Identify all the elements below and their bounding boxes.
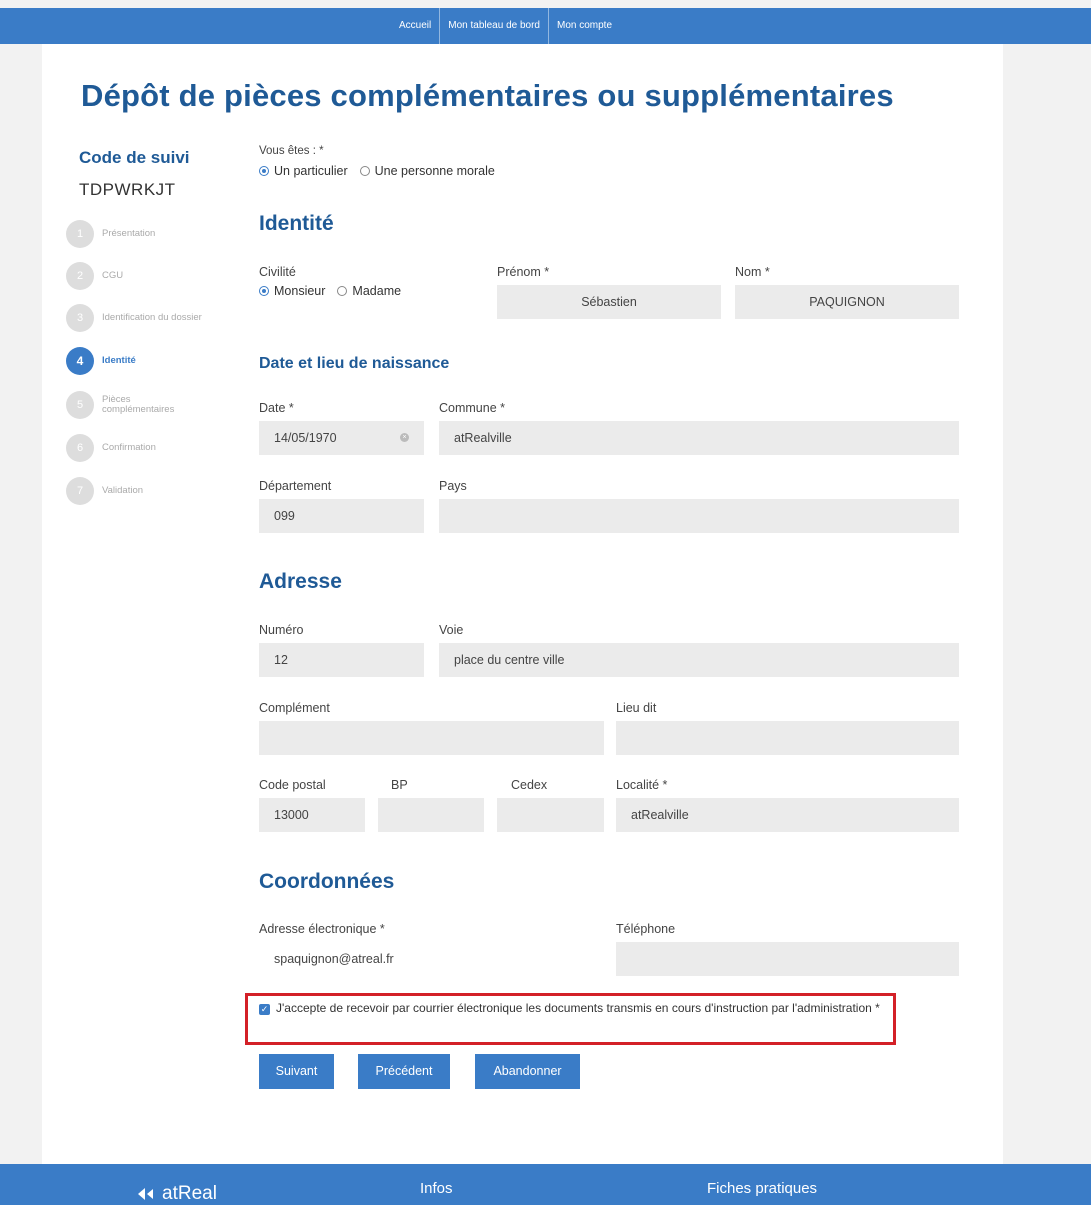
birth-commune-label: Commune * [439, 401, 505, 415]
top-nav-bar: Accueil Mon tableau de bord Mon compte [0, 8, 1091, 44]
pays-label: Pays [439, 479, 467, 493]
section-title-adresse: Adresse [259, 570, 342, 593]
top-nav: Accueil Mon tableau de bord Mon compte [391, 8, 620, 44]
complement-input[interactable] [259, 721, 604, 755]
firstname-label: Prénom * [497, 265, 550, 279]
step-cgu: 2 CGU [66, 262, 123, 290]
section-title-coordonnees: Coordonnées [259, 870, 395, 893]
civility-label: Civilité [259, 265, 296, 279]
departement-input[interactable]: 099 [259, 499, 424, 533]
radio-label: Madame [352, 284, 402, 298]
nav-tableau-de-bord[interactable]: Mon tableau de bord [439, 8, 548, 44]
abandon-button[interactable]: Abandonner [475, 1054, 580, 1089]
lastname-label: Nom * [735, 265, 770, 279]
nav-mon-compte[interactable]: Mon compte [547, 8, 620, 44]
step-number: 3 [66, 304, 94, 332]
step-label: Confirmation [102, 442, 156, 453]
firstname-input[interactable]: Sébastien [497, 285, 721, 319]
step-validation: 7 Validation [66, 477, 143, 505]
email-input[interactable]: spaquignon@atreal.fr [259, 942, 604, 976]
footer-fiches-pratiques-link[interactable]: Fiches pratiques [707, 1180, 817, 1197]
step-label: Validation [102, 485, 144, 496]
complement-label: Complément [259, 701, 330, 715]
bp-input[interactable] [378, 798, 484, 832]
radio-madame[interactable]: Madame [337, 284, 401, 298]
atreal-logo-icon [138, 1187, 153, 1200]
step-number: 5 [66, 391, 94, 419]
phone-input[interactable] [616, 942, 959, 976]
numero-label: Numéro [259, 623, 304, 637]
footer-infos-link[interactable]: Infos [420, 1180, 453, 1197]
phone-label: Téléphone [616, 922, 676, 936]
civility-radio-group: Monsieur Madame [259, 284, 413, 298]
step-presentation: 1 Présentation [66, 220, 155, 248]
tracking-code-label: Code de suivi [79, 148, 190, 167]
lieudit-input[interactable] [616, 721, 959, 755]
step-number: 6 [66, 434, 94, 462]
step-pieces-complementaires: 5 Pièces complémentaires [66, 391, 192, 419]
next-button[interactable]: Suivant [259, 1054, 334, 1089]
radio-monsieur[interactable]: Monsieur [259, 284, 325, 298]
radio-label: Un particulier [274, 164, 348, 178]
footer: atReal Infos Fiches pratiques [0, 1164, 1091, 1205]
localite-input[interactable]: atRealville [616, 798, 959, 832]
person-type-radio-group: Un particulier Une personne morale [259, 164, 507, 178]
cedex-input[interactable] [497, 798, 604, 832]
radio-empty-icon [337, 286, 348, 296]
radio-selected-icon [259, 166, 269, 176]
birth-date-label: Date * [259, 401, 294, 415]
email-label: Adresse électronique * [259, 922, 385, 936]
consent-checkbox[interactable]: ✓ [259, 1004, 270, 1015]
step-label: Identité [102, 355, 136, 366]
person-type-label: Vous êtes : * [259, 145, 324, 157]
radio-label: Monsieur [274, 284, 326, 298]
voie-label: Voie [439, 623, 464, 637]
radio-selected-icon [259, 286, 269, 296]
bp-label: BP [391, 778, 408, 792]
step-number: 7 [66, 477, 94, 505]
step-label: Présentation [102, 228, 156, 239]
lieudit-label: Lieu dit [616, 701, 657, 715]
pays-input[interactable] [439, 499, 959, 533]
radio-label: Une personne morale [374, 164, 495, 178]
previous-button[interactable]: Précédent [358, 1054, 450, 1089]
atreal-logo[interactable]: atReal [138, 1183, 217, 1205]
lastname-input[interactable]: PAQUIGNON [735, 285, 959, 319]
radio-particulier[interactable]: Un particulier [259, 164, 348, 178]
radio-empty-icon [359, 166, 370, 176]
voie-input[interactable]: place du centre ville [439, 643, 959, 677]
postal-code-label: Code postal [259, 778, 326, 792]
logo-text: atReal [162, 1183, 217, 1204]
step-identification-dossier: 3 Identification du dossier [66, 304, 202, 332]
nav-accueil[interactable]: Accueil [391, 8, 439, 44]
cedex-label: Cedex [511, 778, 548, 792]
step-label: CGU [102, 270, 124, 281]
step-label: Identification du dossier [102, 312, 202, 323]
postal-code-input[interactable]: 13000 [259, 798, 365, 832]
section-title-identite: Identité [259, 212, 334, 235]
birth-commune-input[interactable]: atRealville [439, 421, 959, 455]
step-label: Pièces complémentaires [102, 394, 175, 415]
localite-label: Localité * [616, 778, 668, 792]
consent-text: J'accepte de recevoir par courrier élect… [276, 1001, 880, 1015]
tracking-code-value: TDPWRKJT [79, 180, 176, 199]
clear-date-icon[interactable]: × [400, 433, 409, 442]
step-number: 4 [66, 347, 94, 375]
step-number: 2 [66, 262, 94, 290]
step-identite: 4 Identité [66, 347, 136, 375]
section-title-naissance: Date et lieu de naissance [259, 355, 450, 372]
step-number: 1 [66, 220, 94, 248]
page-title: Dépôt de pièces complémentaires ou suppl… [81, 78, 894, 113]
numero-input[interactable]: 12 [259, 643, 424, 677]
step-confirmation: 6 Confirmation [66, 434, 156, 462]
radio-personne-morale[interactable]: Une personne morale [359, 164, 495, 178]
departement-label: Département [259, 479, 332, 493]
